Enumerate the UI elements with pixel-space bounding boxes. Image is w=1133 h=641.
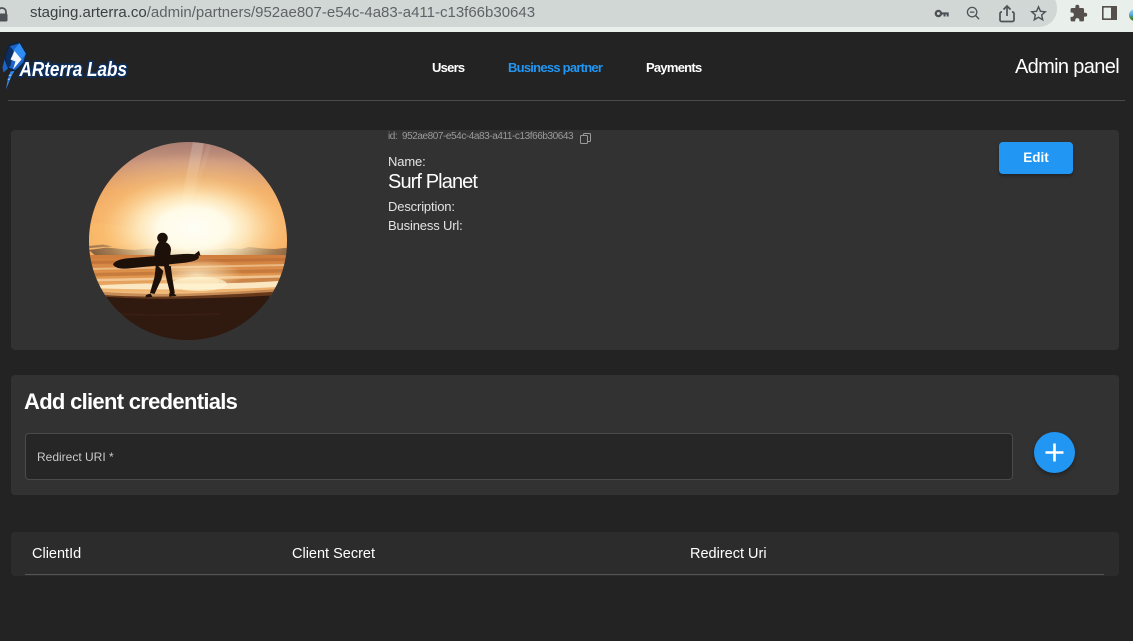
- svg-text:ARterra Labs: ARterra Labs: [19, 59, 127, 81]
